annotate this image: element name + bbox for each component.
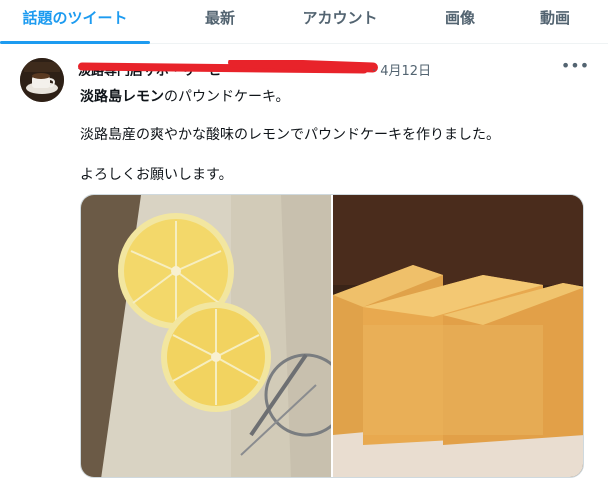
tab-top-label: 話題のツイート <box>22 9 128 27</box>
lemon-slices-photo[interactable] <box>81 195 331 478</box>
tab-videos[interactable]: 動画 <box>520 0 590 43</box>
tab-videos-label: 動画 <box>539 9 570 27</box>
tweet-text-line-2: 淡路島産の爽やかな酸味のレモンでパウンドケーキを作りました。 <box>80 127 500 143</box>
tab-top[interactable]: 話題のツイート <box>0 0 150 44</box>
tweet-date[interactable]: · 4月12日 <box>372 60 431 79</box>
tweet-text-line-1: 淡路島レモンのパウンドケーキ。 <box>80 86 289 106</box>
more-options-button[interactable]: ••• <box>560 56 590 80</box>
tab-photos-label: 画像 <box>444 9 475 27</box>
tab-latest-label: 最新 <box>204 9 235 27</box>
tweet-text-line-3: よろしくお願いします。 <box>80 167 233 183</box>
more-horizontal-icon: ••• <box>560 56 590 75</box>
active-tab-indicator <box>0 41 150 44</box>
tab-people[interactable]: アカウント <box>285 0 395 43</box>
tab-people-label: アカウント <box>302 9 378 27</box>
pound-cake-photo[interactable] <box>333 195 584 478</box>
avatar[interactable] <box>20 58 64 102</box>
tab-latest[interactable]: 最新 <box>170 0 270 43</box>
tweet-header: 淡路専門店サボ・リーヒー・ nana · 4月12日 <box>78 60 538 80</box>
search-tabs: 話題のツイート 最新 アカウント 画像 動画 <box>0 0 608 44</box>
tweet-media-grid <box>80 194 584 478</box>
tab-photos[interactable]: 画像 <box>425 0 495 43</box>
display-name[interactable]: 淡路専門店サボ・リーヒー・ nana <box>78 60 388 76</box>
tweet-text-bold: 淡路島レモン <box>80 89 164 105</box>
tweet-text-rest: のパウンドケーキ。 <box>164 89 290 105</box>
coffee-cup-avatar-image <box>20 58 64 102</box>
